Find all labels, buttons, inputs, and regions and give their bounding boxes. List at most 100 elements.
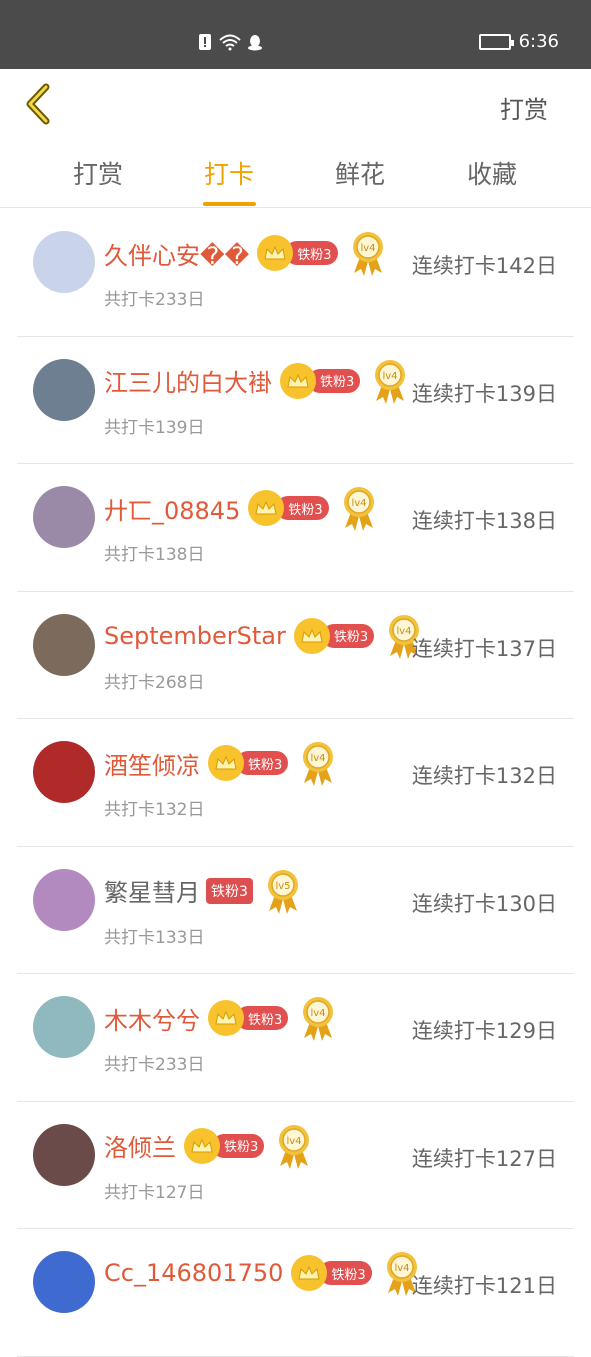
- wifi-icon: [219, 34, 241, 51]
- user-name[interactable]: 久伴心安��: [104, 236, 249, 271]
- list-item[interactable]: 洛倾兰 铁粉3 lv4 共打卡127日 连续打卡127日: [0, 1102, 591, 1230]
- tab-flowers[interactable]: 鲜花: [335, 155, 385, 191]
- back-arrow-icon[interactable]: [20, 81, 60, 131]
- fan-badge: 铁粉3: [206, 877, 253, 904]
- fan-badge: 铁粉3: [248, 490, 329, 526]
- list-item[interactable]: 久伴心安�� 铁粉3 lv4 共打卡233日 连续打卡142日: [0, 209, 591, 337]
- streak-checkin: 连续打卡132日: [411, 764, 557, 788]
- app-header: 打赏: [0, 69, 591, 139]
- total-checkin: 共打卡132日: [104, 800, 205, 820]
- level-medal-icon: lv4: [352, 232, 383, 276]
- user-name[interactable]: 江三儿的白大褂: [104, 363, 272, 398]
- crown-icon: [208, 1000, 244, 1036]
- fan-badge: 铁粉3: [293, 617, 375, 654]
- list-item[interactable]: Cc_146801750 铁粉3 lv4 连续打卡121日: [0, 1229, 591, 1357]
- avatar[interactable]: [33, 741, 95, 803]
- name-line: 江三儿的白大褂 铁粉3 lv4: [104, 357, 408, 405]
- list-item[interactable]: 江三儿的白大褂 铁粉3 lv4 共打卡139日 连续打卡139日: [0, 337, 591, 465]
- streak-checkin: 连续打卡137日: [411, 636, 557, 661]
- level-medal-icon: lv4: [303, 742, 334, 786]
- total-checkin: 共打卡138日: [104, 545, 205, 565]
- level-label: lv4: [394, 1263, 409, 1274]
- avatar[interactable]: [33, 1123, 95, 1186]
- user-name[interactable]: 洛倾兰: [104, 1128, 176, 1163]
- level-medal-icon: lv5: [267, 869, 298, 914]
- fan-badge-label: 铁粉3: [211, 883, 248, 900]
- avatar[interactable]: [33, 1251, 95, 1313]
- streak-checkin: 连续打卡138日: [411, 509, 557, 533]
- clock: 6:36: [518, 31, 559, 52]
- level-medal-icon: lv4: [303, 997, 334, 1041]
- streak-checkin: 连续打卡130日: [411, 891, 557, 916]
- tab-reward[interactable]: 打赏: [73, 155, 123, 191]
- crown-icon: [291, 1255, 328, 1291]
- name-line: 繁星彗月 铁粉3 lv5: [104, 867, 301, 915]
- streak-checkin: 连续打卡121日: [411, 1274, 557, 1298]
- fan-badge: 铁粉3: [280, 362, 361, 399]
- level-label: lv4: [311, 1008, 326, 1019]
- total-checkin: 共打卡127日: [104, 1182, 205, 1203]
- list-item[interactable]: 繁星彗月 铁粉3 lv5 共打卡133日 连续打卡130日: [0, 847, 591, 975]
- total-checkin: 共打卡268日: [104, 672, 205, 693]
- status-right: 6:36: [478, 31, 559, 52]
- level-label: lv4: [383, 371, 398, 382]
- crown-icon: [280, 362, 316, 399]
- crown-icon: [257, 235, 294, 271]
- level-medal-icon: lv4: [279, 1124, 310, 1169]
- user-name[interactable]: Cc_146801750: [104, 1259, 283, 1287]
- battery-icon: [478, 33, 514, 50]
- name-line: 酒笙倾凉 铁粉3 lv4: [104, 739, 336, 787]
- list-item[interactable]: 木木兮兮 铁粉3 lv4 共打卡233日 连续打卡129日: [0, 974, 591, 1102]
- total-checkin: 共打卡139日: [104, 417, 205, 438]
- sim-alert-icon: [199, 34, 211, 50]
- level-label: lv4: [311, 753, 326, 764]
- fan-badge: 铁粉3: [257, 235, 338, 271]
- streak-checkin: 连续打卡142日: [411, 254, 557, 278]
- user-name[interactable]: 廾匸_08845: [104, 491, 240, 526]
- name-line: 廾匸_08845 铁粉3 lv4: [104, 484, 377, 532]
- name-line: SeptemberStar 铁粉3 lv4: [104, 612, 422, 660]
- level-label: lv4: [287, 1136, 302, 1147]
- name-line: 木木兮兮 铁粉3 lv4: [104, 994, 336, 1042]
- name-line: 洛倾兰 铁粉3 lv4: [104, 1122, 312, 1170]
- tab-bar: 打赏 打卡 鲜花 收藏: [0, 139, 591, 208]
- crown-icon: [293, 617, 330, 654]
- level-medal-icon: lv4: [343, 487, 374, 531]
- name-line: 久伴心安�� 铁粉3 lv4: [104, 229, 386, 277]
- list-item[interactable]: SeptemberStar 铁粉3 lv4 共打卡268日 连续打卡137日: [0, 592, 591, 720]
- crown-icon: [184, 1127, 220, 1164]
- avatar[interactable]: [33, 613, 95, 676]
- total-checkin: 共打卡233日: [104, 290, 205, 310]
- streak-checkin: 连续打卡127日: [411, 1146, 557, 1171]
- header-reward-button[interactable]: 打赏: [500, 90, 548, 125]
- avatar[interactable]: [33, 996, 95, 1058]
- avatar[interactable]: [33, 358, 95, 421]
- streak-checkin: 连续打卡139日: [411, 381, 557, 406]
- crown-icon: [208, 745, 244, 781]
- level-label: lv4: [360, 243, 375, 254]
- fan-badge: 铁粉3: [208, 745, 289, 781]
- user-name[interactable]: SeptemberStar: [104, 622, 286, 650]
- avatar[interactable]: [33, 486, 95, 548]
- avatar[interactable]: [33, 868, 95, 931]
- fan-badge: 铁粉3: [184, 1127, 265, 1164]
- status-icons: [196, 33, 264, 51]
- total-checkin: 共打卡133日: [104, 927, 205, 948]
- checkin-list: 久伴心安�� 铁粉3 lv4 共打卡233日 连续打卡142日 江三儿的白大褂: [0, 209, 591, 1357]
- list-item[interactable]: 酒笙倾凉 铁粉3 lv4 共打卡132日 连续打卡132日: [0, 719, 591, 847]
- name-line: Cc_146801750 铁粉3 lv4: [104, 1249, 420, 1297]
- list-item[interactable]: 廾匸_08845 铁粉3 lv4 共打卡138日 连续打卡138日: [0, 464, 591, 592]
- total-checkin: 共打卡233日: [104, 1055, 205, 1075]
- fan-badge: 铁粉3: [291, 1255, 372, 1291]
- crown-icon: [248, 490, 285, 526]
- user-name[interactable]: 繁星彗月: [104, 873, 200, 908]
- fan-badge: 铁粉3: [208, 1000, 289, 1036]
- level-medal-icon: lv4: [375, 359, 406, 404]
- qq-icon: [248, 35, 262, 51]
- user-name[interactable]: 酒笙倾凉: [104, 746, 200, 781]
- user-name[interactable]: 木木兮兮: [104, 1001, 200, 1036]
- active-tab-indicator: [203, 202, 256, 206]
- tab-checkin[interactable]: 打卡: [204, 155, 254, 191]
- avatar[interactable]: [33, 231, 95, 293]
- tab-favorites[interactable]: 收藏: [467, 155, 517, 191]
